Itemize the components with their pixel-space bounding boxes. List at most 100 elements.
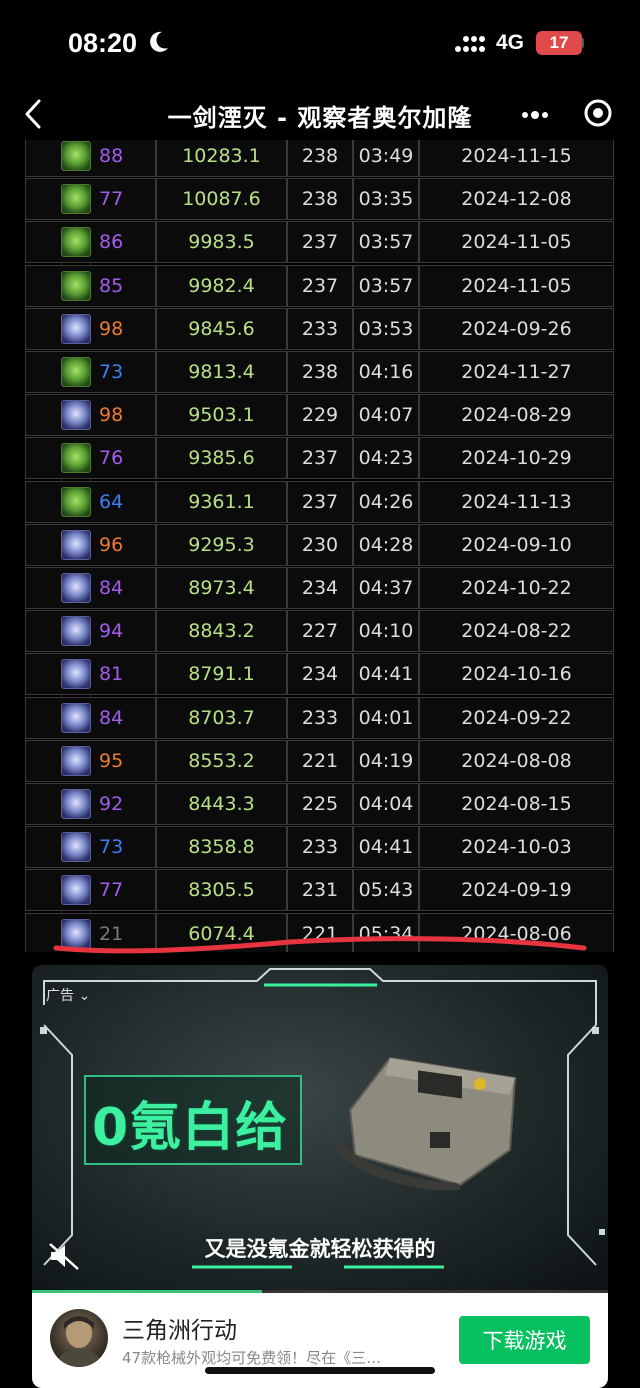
gear-value: 233 [287, 826, 353, 869]
gear-value: 237 [287, 264, 353, 307]
spec-ilvl-cell: 73 [25, 826, 156, 869]
chevron-down-icon: ⌄ [78, 988, 91, 1004]
case-image [335, 1056, 517, 1190]
table-row[interactable]: 73 9813.4 238 04:16 2024-11-27 [25, 351, 614, 393]
spec-icon [61, 745, 91, 776]
spec-icon [61, 616, 91, 647]
table-row[interactable]: 64 9361.1 237 04:26 2024-11-13 [25, 480, 614, 523]
gear-value: 230 [287, 523, 353, 566]
table-row[interactable]: 85 9982.4 237 03:57 2024-11-05 [25, 264, 614, 307]
ilvl-value: 73 [99, 836, 124, 859]
table-row[interactable]: 98 9845.6 233 03:53 2024-09-26 [25, 307, 614, 350]
spec-ilvl-cell: 96 [25, 523, 156, 566]
table-row[interactable]: 98 9503.1 229 04:07 2024-08-29 [25, 394, 614, 437]
duration-value: 04:04 [353, 783, 419, 825]
spec-icon [61, 400, 91, 431]
spec-ilvl-cell: 94 [25, 610, 156, 653]
date-value: 2024-11-05 [419, 221, 614, 264]
gear-value: 231 [287, 869, 353, 912]
gear-value: 238 [287, 351, 353, 393]
battery-level: 17 [536, 31, 582, 55]
close-miniprogram-icon[interactable] [583, 98, 613, 128]
signal-icon [455, 36, 485, 52]
gear-value: 237 [287, 480, 353, 523]
page-title: 一剑湮灭 - 观察者奥尔加隆 [167, 104, 473, 132]
gear-value: 237 [287, 221, 353, 264]
dps-value: 10087.6 [156, 178, 287, 221]
app-avatar[interactable] [50, 1309, 108, 1367]
duration-value: 04:28 [353, 523, 419, 566]
table-row[interactable]: 81 8791.1 234 04:41 2024-10-16 [25, 653, 614, 696]
spec-ilvl-cell: 64 [25, 480, 156, 523]
table-row[interactable]: 96 9295.3 230 04:28 2024-09-10 [25, 523, 614, 566]
ilvl-value: 88 [99, 145, 124, 167]
ad-label[interactable]: 广告 ⌄ [46, 985, 90, 1005]
gear-value: 234 [287, 653, 353, 696]
spec-ilvl-cell: 98 [25, 307, 156, 350]
mute-icon[interactable] [48, 1241, 82, 1271]
duration-value: 04:26 [353, 480, 419, 523]
dps-value: 10283.1 [156, 140, 287, 177]
duration-value: 04:16 [353, 351, 419, 393]
spec-icon [61, 789, 91, 819]
date-value: 2024-11-15 [419, 140, 614, 177]
table-row[interactable]: 86 9983.5 237 03:57 2024-11-05 [25, 221, 614, 264]
table-row[interactable]: 92 8443.3 225 04:04 2024-08-15 [25, 783, 614, 825]
dps-value: 9385.6 [156, 437, 287, 480]
duration-value: 04:37 [353, 567, 419, 609]
gear-value: 229 [287, 394, 353, 437]
download-game-button[interactable]: 下载游戏 [459, 1316, 590, 1364]
dps-value: 8553.2 [156, 739, 287, 782]
duration-value: 05:43 [353, 869, 419, 912]
spec-ilvl-cell: 88 [25, 140, 156, 177]
dps-value: 9813.4 [156, 351, 287, 393]
table-row[interactable]: 84 8973.4 234 04:37 2024-10-22 [25, 567, 614, 609]
spec-icon [61, 270, 91, 301]
dps-value: 8843.2 [156, 610, 287, 653]
table-row[interactable]: 94 8843.2 227 04:10 2024-08-22 [25, 610, 614, 653]
spec-ilvl-cell: 95 [25, 739, 156, 782]
table-row[interactable]: 84 8703.7 233 04:01 2024-09-22 [25, 696, 614, 739]
spec-icon [61, 141, 91, 171]
duration-value: 03:49 [353, 140, 419, 177]
gear-value: 221 [287, 739, 353, 782]
spec-ilvl-cell: 84 [25, 567, 156, 609]
date-value: 2024-08-29 [419, 394, 614, 437]
ranking-table: 88 10283.1 238 03:49 2024-11-15 77 10087.6 238 0… [25, 140, 614, 952]
table-row[interactable]: 77 8305.5 231 05:43 2024-09-19 [25, 869, 614, 912]
gear-value: 238 [287, 178, 353, 221]
date-value: 2024-11-05 [419, 264, 614, 307]
date-value: 2024-08-22 [419, 610, 614, 653]
ilvl-value: 77 [99, 188, 124, 211]
dps-value: 9503.1 [156, 394, 287, 437]
app-description: 47款枪械外观均可免费领！尽在《三… [122, 1349, 382, 1367]
spec-ilvl-cell: 84 [25, 696, 156, 739]
ilvl-value: 81 [99, 663, 124, 686]
gear-value: 237 [287, 437, 353, 480]
app-name[interactable]: 三角洲行动 [122, 1311, 237, 1345]
gear-value: 238 [287, 140, 353, 177]
table-row[interactable]: 88 10283.1 238 03:49 2024-11-15 [25, 140, 614, 177]
table-row[interactable]: 76 9385.6 237 04:23 2024-10-29 [25, 437, 614, 480]
table-row[interactable]: 73 8358.8 233 04:41 2024-10-03 [25, 826, 614, 869]
duration-value: 04:01 [353, 696, 419, 739]
spec-ilvl-cell: 77 [25, 178, 156, 221]
duration-value: 04:23 [353, 437, 419, 480]
moon-icon [150, 31, 168, 52]
spec-ilvl-cell: 73 [25, 351, 156, 393]
more-icon[interactable] [520, 102, 550, 128]
ilvl-value: 86 [99, 231, 124, 254]
ilvl-value: 84 [99, 577, 124, 599]
ad-card[interactable]: 广告 ⌄ 0氪白给 又是没氪金就轻松获得的 三角洲行动 47款枪械外观均可免费领… [32, 965, 608, 1388]
date-value: 2024-10-16 [419, 653, 614, 696]
gear-value: 233 [287, 696, 353, 739]
network-type: 4G [496, 31, 525, 54]
date-value: 2024-08-08 [419, 739, 614, 782]
ilvl-value: 85 [99, 274, 124, 297]
ilvl-value: 95 [99, 749, 124, 772]
back-icon[interactable] [22, 98, 44, 130]
table-row[interactable]: 77 10087.6 238 03:35 2024-12-08 [25, 178, 614, 221]
dps-value: 8703.7 [156, 696, 287, 739]
table-row[interactable]: 95 8553.2 221 04:19 2024-08-08 [25, 739, 614, 782]
dps-value: 8791.1 [156, 653, 287, 696]
